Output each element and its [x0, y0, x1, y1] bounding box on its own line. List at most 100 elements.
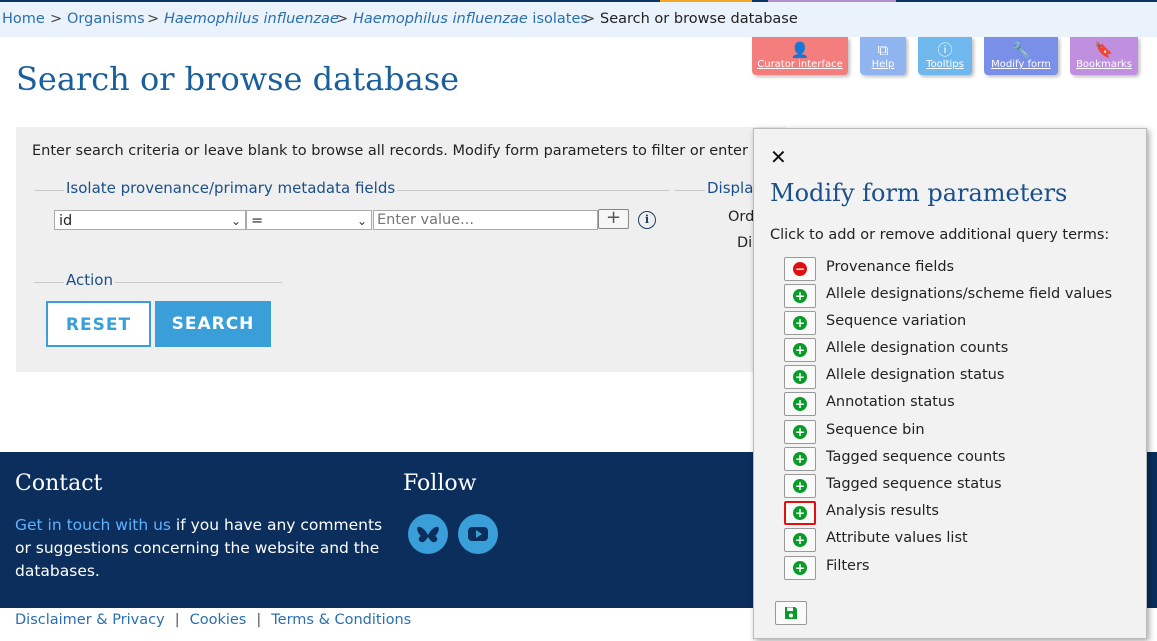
- option-row: + Attribute values list: [784, 528, 1124, 555]
- save-button[interactable]: [775, 601, 807, 625]
- breadcrumb-organisms[interactable]: Organisms: [67, 11, 145, 27]
- display-legend: Displa: [705, 179, 756, 197]
- add-term-button[interactable]: +: [784, 311, 816, 335]
- breadcrumb-separator: >: [336, 11, 349, 27]
- option-row: + Tagged sequence status: [784, 474, 1124, 501]
- option-label: Sequence variation: [826, 313, 967, 329]
- contact-title: Contact: [15, 471, 103, 496]
- toolbar-label: Modify form: [991, 59, 1051, 70]
- cookies-link[interactable]: Cookies: [190, 612, 247, 628]
- toolbar-external-link-button[interactable]: ⧉ Help: [860, 37, 906, 75]
- info-icon: ⓘ: [937, 41, 953, 59]
- option-label: Analysis results: [826, 503, 939, 519]
- breadcrumb-current: Search or browse database: [600, 11, 798, 27]
- option-row: + Allele designations/scheme field values: [784, 284, 1124, 311]
- breadcrumb-separator: >: [147, 11, 160, 27]
- bluesky-icon[interactable]: [408, 514, 448, 554]
- save-icon: [785, 607, 797, 619]
- option-label: Allele designations/scheme field values: [826, 286, 1113, 302]
- breadcrumb-species[interactable]: Haemophilus influenzae: [164, 11, 339, 27]
- plus-circle-icon: +: [793, 479, 807, 493]
- toolbar-label: Bookmarks: [1076, 59, 1132, 70]
- action-legend: Action: [64, 271, 115, 289]
- contact-text: Get in touch with us if you have any com…: [15, 516, 383, 580]
- remove-term-button[interactable]: −: [784, 257, 816, 281]
- toolbar-label: Curator interface: [757, 59, 843, 70]
- curator-icon: 👤: [790, 41, 810, 59]
- option-row: + Analysis results: [784, 501, 1124, 528]
- plus-circle-icon: +: [793, 452, 807, 466]
- plus-circle-icon: +: [793, 343, 807, 357]
- bottom-links: Disclaimer & Privacy | Cookies | Terms & Con…: [15, 612, 412, 628]
- add-term-button[interactable]: +: [784, 474, 816, 498]
- plus-circle-icon: +: [793, 506, 807, 520]
- modal-title: Modify form parameters: [770, 179, 1068, 207]
- plus-circle-icon: +: [793, 316, 807, 330]
- youtube-icon[interactable]: [458, 514, 498, 554]
- order-label: Ord: [728, 209, 755, 225]
- toolbar-label: Tooltips: [926, 59, 964, 70]
- toolbar-wrench-button[interactable]: 🔧 Modify form: [984, 37, 1058, 75]
- plus-circle-icon: +: [793, 561, 807, 575]
- terms-link[interactable]: Terms & Conditions: [271, 612, 411, 628]
- option-row: + Filters: [784, 556, 1124, 583]
- provenance-legend: Isolate provenance/primary metadata fiel…: [64, 179, 398, 197]
- plus-circle-icon: +: [793, 397, 807, 411]
- option-label: Provenance fields: [826, 259, 955, 275]
- plus-circle-icon: +: [793, 425, 807, 439]
- option-row: + Tagged sequence counts: [784, 447, 1124, 474]
- plus-circle-icon: +: [793, 533, 807, 547]
- search-button[interactable]: SEARCH: [155, 301, 271, 347]
- option-row: + Allele designation counts: [784, 338, 1124, 365]
- contact-link[interactable]: Get in touch with us: [15, 516, 171, 534]
- field-select[interactable]: id ⌄: [54, 210, 246, 230]
- add-term-button[interactable]: +: [784, 365, 816, 389]
- option-label: Filters: [826, 558, 870, 574]
- add-term-button[interactable]: +: [784, 284, 816, 308]
- option-label: Attribute values list: [826, 530, 968, 546]
- minus-circle-icon: −: [793, 262, 807, 276]
- plus-circle-icon: +: [793, 370, 807, 384]
- bookmark-icon: 🔖: [1094, 41, 1114, 59]
- add-term-button[interactable]: +: [784, 556, 816, 580]
- operator-select[interactable]: = ⌄: [246, 210, 372, 230]
- search-form-panel: Enter search criteria or leave blank to …: [16, 127, 806, 372]
- display-label: Di: [737, 235, 753, 251]
- option-row: + Sequence variation: [784, 311, 1124, 338]
- option-label: Sequence bin: [826, 422, 925, 438]
- modify-form-modal: ✕ Modify form parameters Click to add or…: [753, 128, 1147, 639]
- option-row: + Sequence bin: [784, 420, 1124, 447]
- add-term-button[interactable]: +: [784, 528, 816, 552]
- option-label: Allele designation counts: [826, 340, 1009, 356]
- close-icon[interactable]: ✕: [770, 145, 787, 169]
- follow-title: Follow: [403, 471, 477, 496]
- add-term-button[interactable]: +: [784, 392, 816, 416]
- reset-button[interactable]: RESET: [46, 301, 151, 347]
- value-input[interactable]: Enter value...: [373, 210, 598, 230]
- option-label: Allele designation status: [826, 367, 1005, 383]
- breadcrumb-separator: >: [583, 11, 596, 27]
- plus-circle-icon: +: [793, 289, 807, 303]
- add-term-button[interactable]: +: [784, 501, 816, 525]
- breadcrumb-separator: >: [50, 11, 63, 27]
- toolbar-info-button[interactable]: ⓘ Tooltips: [918, 37, 972, 75]
- add-term-button[interactable]: +: [784, 338, 816, 362]
- option-row: + Allele designation status: [784, 365, 1124, 392]
- option-label: Annotation status: [826, 394, 955, 410]
- info-icon[interactable]: i: [638, 211, 656, 229]
- modal-help-text: Click to add or remove additional query …: [770, 227, 1110, 243]
- add-term-button[interactable]: +: [784, 420, 816, 444]
- disclaimer-link[interactable]: Disclaimer & Privacy: [15, 612, 165, 628]
- add-term-button[interactable]: +: [598, 209, 629, 229]
- option-label: Tagged sequence status: [826, 476, 1002, 492]
- toolbar-curator-button[interactable]: 👤 Curator interface: [752, 37, 848, 75]
- add-term-button[interactable]: +: [784, 447, 816, 471]
- option-row: + Annotation status: [784, 392, 1124, 419]
- wrench-icon: 🔧: [1011, 41, 1031, 59]
- breadcrumb-home[interactable]: Home: [2, 11, 45, 27]
- external-link-icon: ⧉: [877, 41, 889, 59]
- breadcrumb-isolates[interactable]: Haemophilus influenzae isolates: [353, 11, 588, 27]
- toolbar-label: Help: [871, 59, 895, 70]
- toolbar-bookmark-button[interactable]: 🔖 Bookmarks: [1070, 37, 1138, 75]
- option-row: − Provenance fields: [784, 257, 1124, 284]
